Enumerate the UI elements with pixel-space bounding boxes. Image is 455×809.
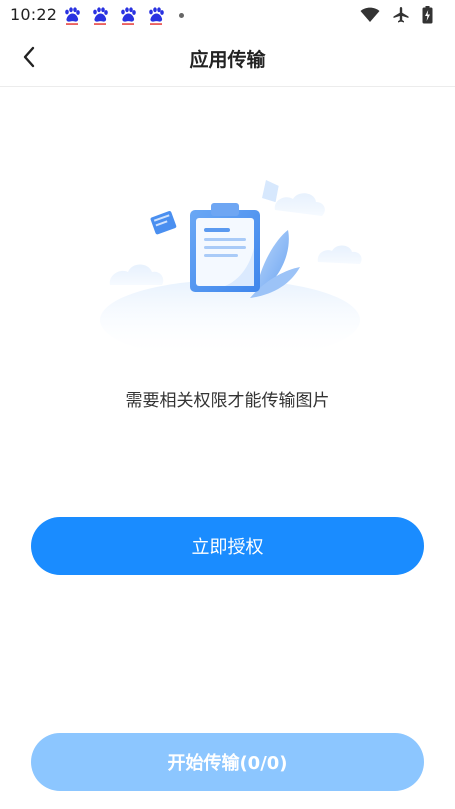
header: 应用传输 (0, 32, 455, 87)
illustration (90, 170, 370, 360)
baidu-icon (91, 7, 109, 25)
permission-message: 需要相关权限才能传输图片 (125, 391, 330, 411)
notification-icons (63, 6, 184, 26)
status-bar: 10:22 (0, 0, 455, 32)
status-right-icons (348, 5, 433, 25)
clipboard-document-icon (100, 180, 362, 360)
wifi-icon (360, 7, 380, 23)
airplane-icon (392, 6, 410, 24)
baidu-icon (63, 7, 81, 25)
start-transfer-button[interactable]: 开始传输(0/0) (31, 733, 424, 791)
status-time: 10:22 (10, 5, 58, 24)
baidu-icon (119, 7, 137, 25)
baidu-icon (147, 7, 165, 25)
page-title: 应用传输 (189, 49, 266, 71)
authorize-button[interactable]: 立即授权 (31, 517, 424, 575)
more-dot-icon (179, 12, 184, 18)
battery-icon (422, 6, 433, 24)
